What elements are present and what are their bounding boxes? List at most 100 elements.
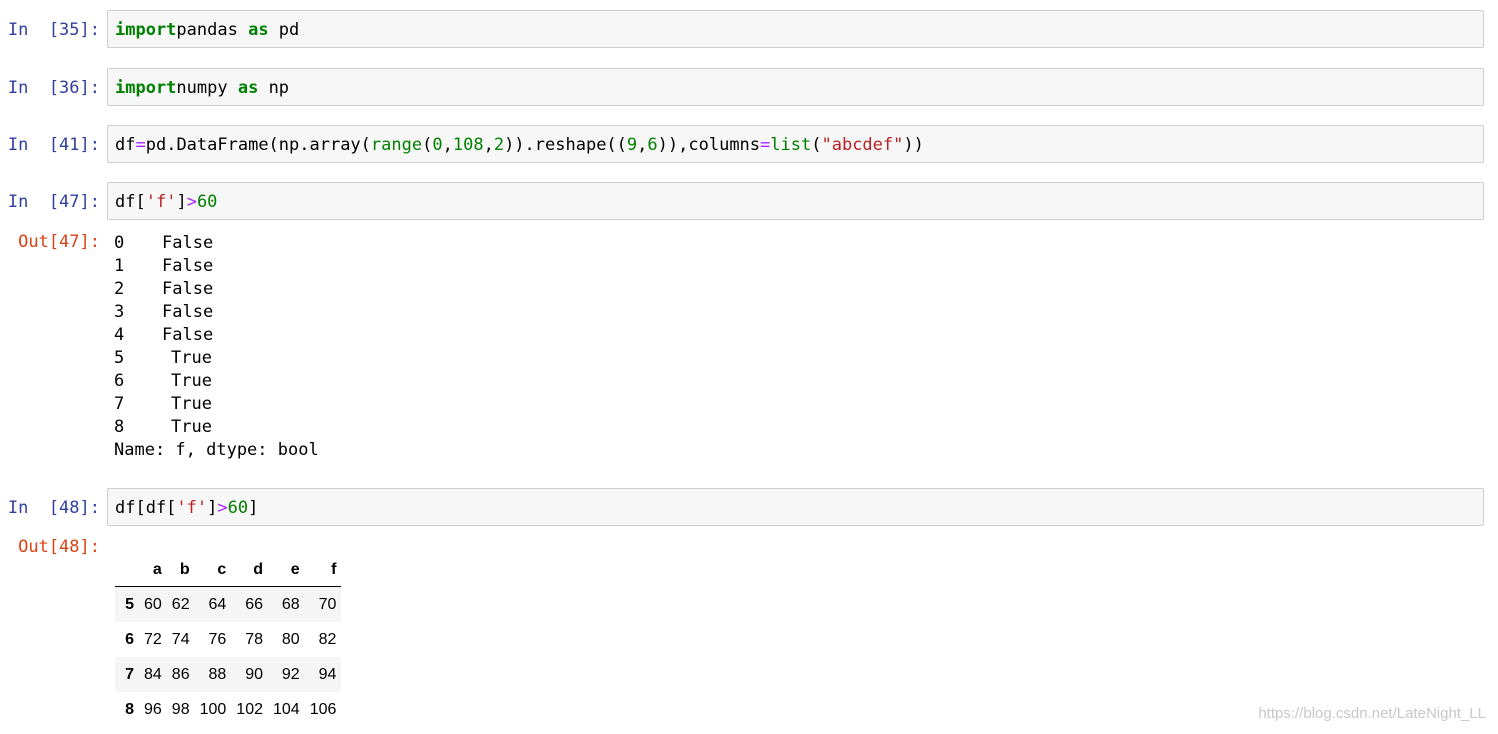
series-value: False bbox=[162, 302, 214, 322]
series-index: 2 bbox=[114, 279, 125, 299]
table-cell: 72 bbox=[144, 630, 162, 648]
code-cell-48[interactable]: df[df['f']>60] bbox=[107, 488, 1484, 526]
code-token: as bbox=[237, 78, 259, 98]
code-token: import bbox=[115, 78, 177, 98]
table-cell: 90 bbox=[245, 665, 263, 683]
series-index: 3 bbox=[114, 302, 125, 322]
table-cell: 96 bbox=[144, 700, 162, 718]
code-token: ,columns bbox=[678, 135, 761, 155]
output-prompt-47: Out[47]: bbox=[18, 232, 100, 252]
code-token: 6 bbox=[647, 135, 658, 155]
column-header: b bbox=[166, 553, 195, 587]
output-prompt-48: Out[48]: bbox=[18, 537, 100, 557]
code-line[interactable]: importpandas as pd bbox=[115, 20, 299, 40]
input-prompt-48: In [48]: bbox=[7, 498, 100, 518]
code-cell-35[interactable]: importpandas as pd bbox=[107, 10, 1484, 48]
code-line[interactable]: importnumpy as np bbox=[115, 78, 289, 98]
code-token: 'f' bbox=[176, 498, 208, 518]
column-header: c bbox=[194, 553, 232, 587]
code-token: 60 bbox=[196, 192, 218, 212]
code-cell-47[interactable]: df['f']>60 bbox=[107, 182, 1484, 220]
series-output: 0 False 1 False 2 False 3 False 4 False 5 True 6 True… bbox=[114, 232, 319, 462]
series-row: 8 True bbox=[114, 416, 319, 439]
series-index: 1 bbox=[114, 256, 125, 276]
table-cell: 88 bbox=[208, 665, 227, 683]
table-row: 6 72 74 76 78 80 82 bbox=[115, 622, 341, 657]
code-token: pd bbox=[268, 20, 300, 40]
input-prompt-41: In [41]: bbox=[7, 135, 100, 155]
column-header: a bbox=[139, 553, 167, 587]
code-token: ] bbox=[176, 192, 187, 212]
series-index: 7 bbox=[114, 394, 125, 414]
code-token: list bbox=[770, 135, 812, 155]
table-cell: 60 bbox=[144, 595, 162, 613]
code-token: > bbox=[217, 498, 228, 518]
code-cell-41[interactable]: df=pd.DataFrame(np.array(range(0,108,2))… bbox=[107, 125, 1484, 163]
code-token: .reshape(( bbox=[524, 135, 627, 155]
series-row: 5 True bbox=[114, 347, 319, 370]
table-cell: 84 bbox=[144, 665, 162, 683]
series-value: True bbox=[171, 371, 212, 391]
code-line[interactable]: df=pd.DataFrame(np.array(range(0,108,2))… bbox=[115, 135, 924, 155]
code-token: as bbox=[248, 20, 269, 40]
code-token: "abcdef" bbox=[821, 135, 904, 155]
table-row: 5 60 62 64 66 68 70 bbox=[115, 586, 342, 622]
code-token: pd.DataFrame(np.array( bbox=[145, 135, 371, 155]
code-token: np bbox=[258, 78, 290, 98]
dataframe-table: abcdef 5 60 62 64 66 68 70 6 72 74 76 78 80 82 7 84 86 88… bbox=[115, 553, 342, 727]
code-token: 60 bbox=[227, 498, 249, 518]
code-token: )) bbox=[504, 135, 525, 155]
table-cell: 104 bbox=[273, 700, 300, 718]
code-token: 0 bbox=[432, 135, 443, 155]
row-index: 6 bbox=[125, 630, 134, 648]
code-cell-36[interactable]: importnumpy as np bbox=[107, 68, 1484, 106]
code-token: range bbox=[370, 135, 423, 155]
table-cell: 64 bbox=[208, 595, 227, 613]
series-footer: Name: f, dtype: bool bbox=[114, 440, 319, 460]
code-line[interactable]: df['f']>60 bbox=[115, 192, 217, 212]
code-token: , bbox=[637, 135, 648, 155]
code-token: > bbox=[186, 192, 197, 212]
series-value: True bbox=[171, 417, 212, 437]
row-index: 5 bbox=[125, 595, 134, 613]
input-prompt-35: In [35]: bbox=[7, 20, 100, 40]
series-index: 6 bbox=[114, 371, 125, 391]
column-header: e bbox=[268, 553, 305, 587]
table-cell: 102 bbox=[236, 700, 263, 718]
table-cell: 100 bbox=[199, 700, 227, 718]
input-prompt-36: In [36]: bbox=[7, 78, 100, 98]
series-row: 7 True bbox=[114, 393, 319, 416]
series-value: False bbox=[162, 325, 214, 345]
code-token: pandas bbox=[176, 20, 249, 40]
table-cell: 74 bbox=[171, 630, 190, 648]
series-row: 1 False bbox=[114, 255, 319, 278]
code-token: = bbox=[135, 135, 146, 155]
table-cell: 76 bbox=[208, 630, 227, 648]
code-token: , bbox=[483, 135, 494, 155]
code-token: 'f' bbox=[145, 192, 177, 212]
table-cell: 106 bbox=[309, 700, 337, 718]
column-header: d bbox=[231, 553, 268, 587]
code-token: df bbox=[115, 135, 136, 155]
series-index: 0 bbox=[114, 233, 125, 253]
table-cell: 70 bbox=[318, 595, 337, 613]
series-row: 2 False bbox=[114, 278, 319, 301]
code-token: = bbox=[760, 135, 771, 155]
table-cell: 78 bbox=[245, 630, 263, 648]
table-cell: 62 bbox=[171, 595, 190, 613]
series-index: 5 bbox=[114, 348, 125, 368]
input-prompt-47: In [47]: bbox=[7, 192, 100, 212]
series-index: 4 bbox=[114, 325, 125, 345]
row-index: 7 bbox=[125, 665, 134, 683]
table-cell: 98 bbox=[171, 700, 190, 718]
code-token: 2 bbox=[493, 135, 505, 155]
series-value: False bbox=[162, 233, 214, 253]
code-line[interactable]: df[df['f']>60] bbox=[115, 498, 258, 518]
code-token: )) bbox=[903, 135, 924, 155]
series-value: False bbox=[162, 256, 214, 276]
code-token: ( bbox=[811, 135, 822, 155]
table-cell: 82 bbox=[318, 630, 337, 648]
series-value: False bbox=[162, 279, 214, 299]
watermark: https://blog.csdn.net/LateNight_LL bbox=[1258, 705, 1486, 722]
series-row: 0 False bbox=[114, 232, 319, 255]
